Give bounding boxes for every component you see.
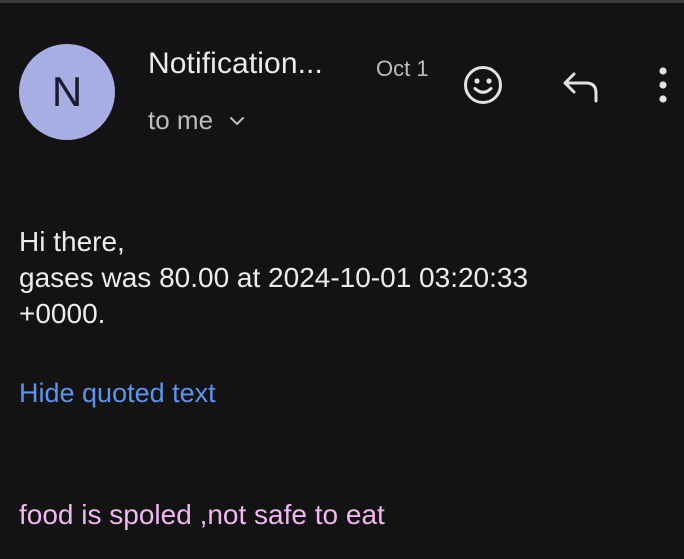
message-date: Oct 1 — [376, 56, 429, 81]
avatar[interactable]: N — [19, 44, 115, 140]
hide-quoted-text-link[interactable]: Hide quoted text — [19, 378, 216, 409]
message-line: gases was 80.00 at 2024-10-01 03:20:33 — [19, 262, 529, 293]
recipient-label: to me — [148, 105, 214, 135]
top-divider — [0, 0, 684, 3]
chevron-down-icon — [230, 116, 245, 125]
avatar-letter: N — [51, 68, 83, 115]
more-options-button[interactable] — [648, 60, 678, 110]
recipient-details-toggle[interactable]: to me — [148, 105, 247, 136]
quoted-text: food is spoled ,not safe to eat — [19, 499, 385, 530]
message-body: Hi there, gases was 80.00 at 2024-10-01 … — [19, 224, 659, 332]
smiley-face-icon — [464, 66, 502, 104]
message-greeting: Hi there, — [19, 226, 125, 257]
add-reaction-button[interactable] — [460, 62, 506, 108]
reply-arrow-icon — [563, 72, 598, 103]
vertical-dots-icon — [659, 67, 667, 103]
reply-button[interactable] — [556, 62, 604, 108]
message-line: +0000. — [19, 298, 106, 329]
sender-name[interactable]: Notification... — [148, 47, 323, 81]
